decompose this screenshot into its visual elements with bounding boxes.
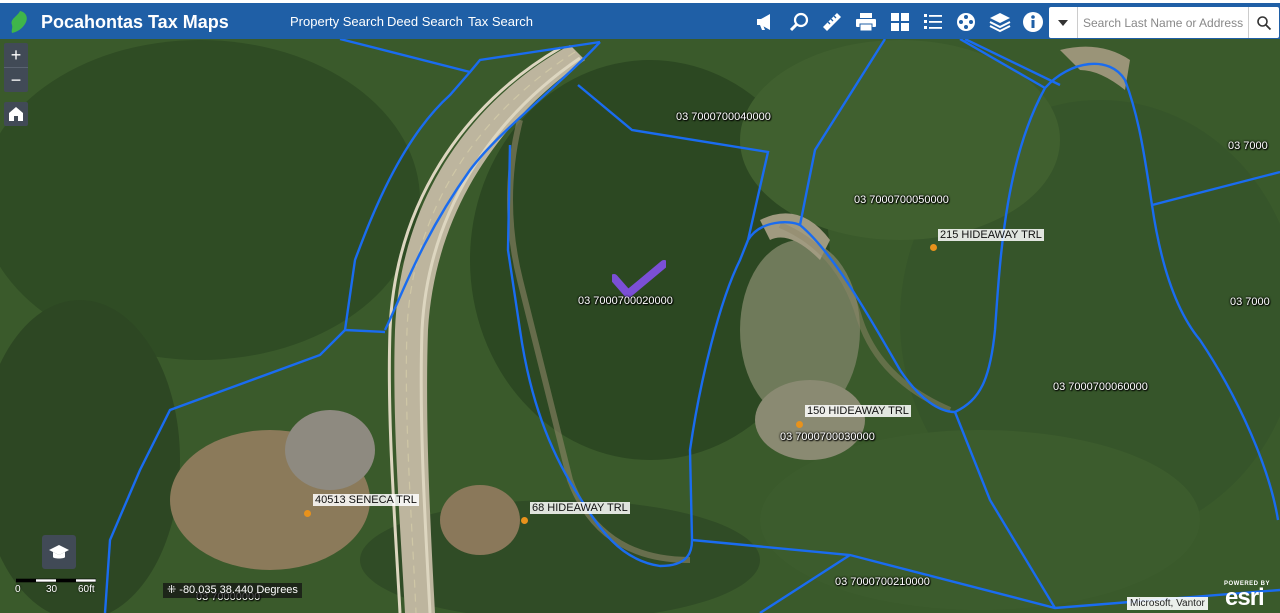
scale-label: 60ft xyxy=(78,584,95,595)
state-logo-icon xyxy=(11,11,27,33)
print-icon[interactable] xyxy=(854,10,878,34)
coordinate-readout: ⁜ -80.035 38.440 Degrees xyxy=(163,583,302,598)
address-marker[interactable] xyxy=(796,421,803,428)
parcel-label: 03 7000700210000 xyxy=(835,576,930,588)
parcel-label: 03 7000700060000 xyxy=(1053,381,1148,393)
ruler-icon[interactable] xyxy=(820,10,844,34)
app-title: Pocahontas Tax Maps xyxy=(41,12,229,32)
scale-label: 0 xyxy=(15,584,21,595)
list-icon[interactable] xyxy=(921,10,945,34)
crosshair-icon: ⁜ xyxy=(167,584,180,596)
scale-label: 30 xyxy=(46,584,58,595)
home-icon xyxy=(9,107,23,121)
parcel-label: 03 7000700050000 xyxy=(854,194,949,206)
address-marker[interactable] xyxy=(304,510,311,517)
address-label: 40513 SENECA TRL xyxy=(313,494,419,506)
info-icon[interactable] xyxy=(1021,10,1045,34)
zoom-out-button[interactable]: − xyxy=(4,67,28,92)
app-header: Pocahontas Tax Maps Property Search Deed… xyxy=(0,0,1280,39)
chevron-down-icon xyxy=(1058,19,1068,26)
film-reel-icon[interactable] xyxy=(954,10,978,34)
address-marker[interactable] xyxy=(521,517,528,524)
search-icon xyxy=(1257,15,1272,30)
address-marker[interactable] xyxy=(930,244,937,251)
nav-tax-search[interactable]: Tax Search xyxy=(468,14,533,29)
grid-icon[interactable] xyxy=(888,10,912,34)
search-source-dropdown[interactable] xyxy=(1049,7,1078,38)
search-box xyxy=(1049,7,1279,38)
home-button[interactable] xyxy=(4,102,28,126)
address-label: 68 HIDEAWAY TRL xyxy=(530,502,630,514)
esri-logo[interactable]: POWERED BY esri xyxy=(1224,579,1276,611)
selected-parcel-check-icon xyxy=(612,260,666,298)
search-input[interactable] xyxy=(1081,11,1247,35)
search-button[interactable] xyxy=(1248,7,1279,38)
education-button[interactable] xyxy=(42,535,76,569)
aerial-imagery xyxy=(0,39,1280,613)
attribution: Microsoft, Vantor xyxy=(1127,597,1208,610)
zoom-in-button[interactable]: + xyxy=(4,43,28,67)
parcel-label: 03 7000700030000 xyxy=(780,431,875,443)
parcel-label: 03 7000700020000 xyxy=(578,295,673,307)
map-view[interactable]: + − 03 7000700040000 03 7000700050000 03… xyxy=(0,39,1280,613)
graduation-cap-icon xyxy=(49,545,69,559)
address-label: 215 HIDEAWAY TRL xyxy=(938,229,1044,241)
parcel-label: 03 7000 xyxy=(1230,296,1270,308)
layers-icon[interactable] xyxy=(988,10,1012,34)
nav-deed-search[interactable]: Deed Search xyxy=(387,14,463,29)
nav-property-search[interactable]: Property Search xyxy=(290,14,384,29)
megaphone-icon[interactable] xyxy=(754,10,778,34)
zoom-control: + − xyxy=(4,43,28,92)
search-zoom-icon[interactable] xyxy=(788,10,812,34)
parcel-label: 03 7000 xyxy=(1228,140,1268,152)
address-label: 150 HIDEAWAY TRL xyxy=(805,405,911,417)
parcel-label: 03 7000700040000 xyxy=(676,111,771,123)
